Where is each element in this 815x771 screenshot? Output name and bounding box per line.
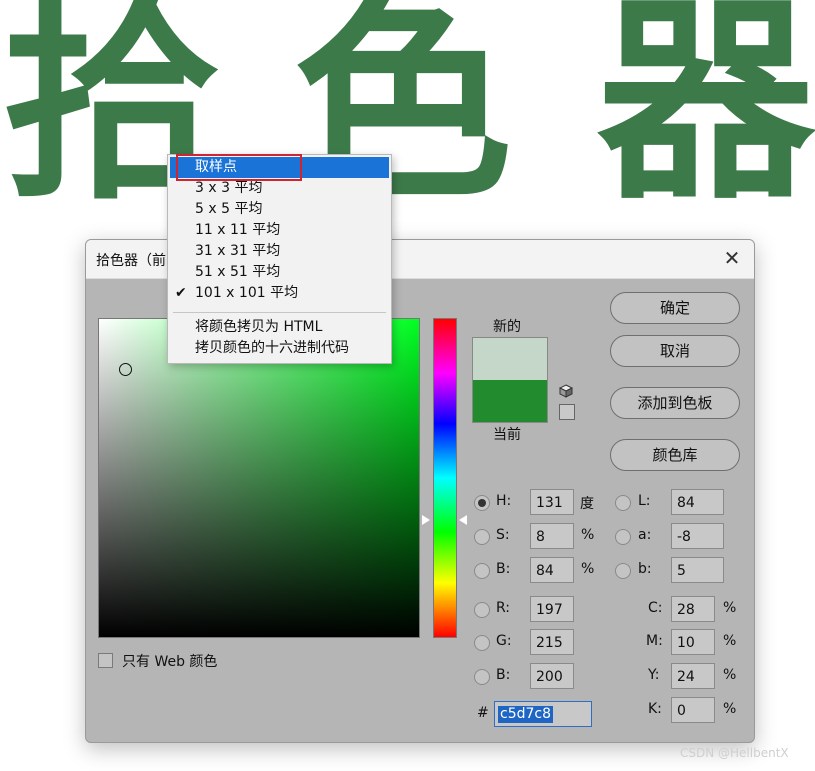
- s-label: S:: [496, 527, 510, 543]
- menu-item-11x11[interactable]: 11 x 11 平均: [170, 220, 389, 241]
- menu-item-copy-hex[interactable]: 拷贝颜色的十六进制代码: [170, 338, 389, 359]
- out-of-gamut-cube-icon[interactable]: [559, 384, 573, 398]
- swatch-current-color[interactable]: [473, 380, 547, 422]
- g-field[interactable]: 215: [530, 629, 574, 655]
- cancel-button[interactable]: 取消: [610, 335, 740, 367]
- a-label: a:: [638, 527, 652, 543]
- dialog-title: 拾色器（前: [96, 253, 166, 269]
- close-icon[interactable]: ✕: [720, 246, 744, 270]
- s-unit: %: [581, 527, 595, 543]
- web-safe-swatch-icon[interactable]: [559, 404, 575, 420]
- y-label: Y:: [648, 667, 660, 683]
- swatch-new-color: [473, 338, 547, 380]
- rgb-b-label: B:: [496, 667, 511, 683]
- m-field[interactable]: 10: [671, 629, 715, 655]
- c-unit: %: [723, 600, 737, 616]
- r-label: R:: [496, 600, 511, 616]
- radio-s[interactable]: [474, 529, 490, 545]
- add-to-swatches-button[interactable]: 添加到色板: [610, 387, 740, 419]
- m-label: M:: [646, 633, 663, 649]
- k-field[interactable]: 0: [671, 697, 715, 723]
- a-field[interactable]: -8: [671, 523, 724, 549]
- radio-lab-b[interactable]: [615, 563, 631, 579]
- g-label: G:: [496, 633, 512, 649]
- hex-field[interactable]: c5d7c8: [494, 701, 592, 727]
- checkmark-icon: ✔: [175, 285, 187, 301]
- radio-a[interactable]: [615, 529, 631, 545]
- menu-item-101x101[interactable]: ✔ 101 x 101 平均: [170, 283, 389, 304]
- radio-rgb-b[interactable]: [474, 669, 490, 685]
- hue-slider-left-arrow[interactable]: [422, 515, 430, 525]
- menu-item-copy-html[interactable]: 将颜色拷贝为 HTML: [170, 317, 389, 338]
- c-label: C:: [648, 600, 663, 616]
- y-unit: %: [723, 667, 737, 683]
- ok-button[interactable]: 确定: [610, 292, 740, 324]
- r-field[interactable]: 197: [530, 596, 574, 622]
- swatch-current-label: 当前: [493, 427, 521, 443]
- hex-value: c5d7c8: [498, 706, 554, 723]
- h-field[interactable]: 131: [530, 489, 574, 515]
- highlight-annotation-box: [176, 154, 302, 181]
- hex-label: #: [477, 705, 489, 721]
- s-field[interactable]: 8: [530, 523, 574, 549]
- color-swatch: [472, 337, 548, 423]
- y-field[interactable]: 24: [671, 663, 715, 689]
- radio-h[interactable]: [474, 495, 490, 511]
- menu-item-5x5[interactable]: 5 x 5 平均: [170, 199, 389, 220]
- l-label: L:: [638, 493, 651, 509]
- radio-g[interactable]: [474, 635, 490, 651]
- radio-b[interactable]: [474, 563, 490, 579]
- rgb-b-field[interactable]: 200: [530, 663, 574, 689]
- swatch-new-label: 新的: [493, 319, 521, 335]
- radio-l[interactable]: [615, 495, 631, 511]
- radio-r[interactable]: [474, 602, 490, 618]
- lab-b-label: b:: [638, 561, 652, 577]
- saturation-brightness-field[interactable]: [98, 318, 420, 638]
- menu-item-51x51[interactable]: 51 x 51 平均: [170, 262, 389, 283]
- k-label: K:: [648, 701, 662, 717]
- c-field[interactable]: 28: [671, 596, 715, 622]
- menu-separator: [173, 312, 386, 313]
- color-picker-ring[interactable]: [119, 363, 132, 376]
- menu-item-3x3[interactable]: 3 x 3 平均: [170, 178, 389, 199]
- m-unit: %: [723, 633, 737, 649]
- l-field[interactable]: 84: [671, 489, 724, 515]
- h-unit: 度: [580, 496, 594, 512]
- hue-slider-right-arrow[interactable]: [459, 515, 467, 525]
- b-unit: %: [581, 561, 595, 577]
- color-libraries-button[interactable]: 颜色库: [610, 439, 740, 471]
- b-field[interactable]: 84: [530, 557, 574, 583]
- web-only-checkbox[interactable]: [98, 653, 113, 668]
- lab-b-field[interactable]: 5: [671, 557, 724, 583]
- b-label: B:: [496, 561, 511, 577]
- sample-size-menu: 取样点 3 x 3 平均 5 x 5 平均 11 x 11 平均 31 x 31…: [167, 154, 392, 364]
- web-only-label: 只有 Web 颜色: [122, 654, 218, 670]
- h-label: H:: [496, 493, 512, 509]
- banner-char-3: 器: [597, 0, 815, 229]
- hue-slider[interactable]: [433, 318, 457, 638]
- k-unit: %: [723, 701, 737, 717]
- menu-item-31x31[interactable]: 31 x 31 平均: [170, 241, 389, 262]
- watermark: CSDN @HellbentX: [680, 746, 789, 760]
